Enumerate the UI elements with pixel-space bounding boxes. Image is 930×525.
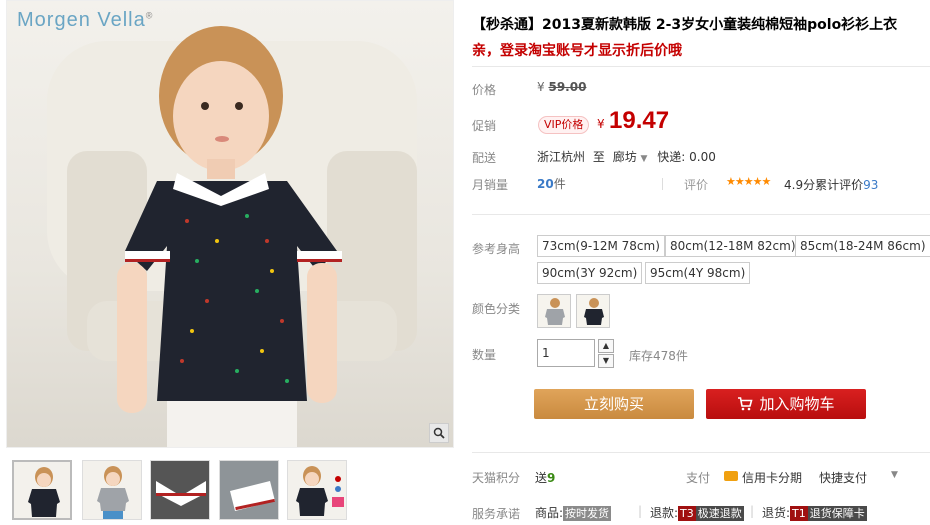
size-option[interactable]: 95cm(4Y 98cm) xyxy=(645,262,751,284)
promo-currency-symbol: ¥ xyxy=(597,117,605,131)
color-option-navy[interactable] xyxy=(576,294,610,328)
service-separator: | xyxy=(638,504,643,518)
size-option[interactable]: 80cm(12-18M 82cm) xyxy=(665,235,801,257)
currency-symbol: ¥ xyxy=(537,80,545,94)
points-number: 9 xyxy=(547,471,556,485)
t3-badge: T3 xyxy=(678,506,696,521)
product-gallery: Morgen Vella® xyxy=(0,0,455,525)
points-prefix: 送 xyxy=(535,471,548,485)
size-option[interactable]: 90cm(3Y 92cm) xyxy=(537,262,643,284)
credit-card-installment[interactable]: 信用卡分期 xyxy=(742,469,802,486)
chevron-down-icon: ▼ xyxy=(640,154,648,164)
fast-refund-tag: 极速退款 xyxy=(695,506,744,521)
monthly-sales: 20件 xyxy=(537,175,566,192)
brand-name: Morgen Vella xyxy=(17,9,146,31)
return-guarantee-tag: 退货保障卡 xyxy=(807,506,867,521)
original-price: ¥ 59.00 xyxy=(537,80,586,94)
vip-price-badge: VIP价格 xyxy=(538,116,590,134)
color-option-gray[interactable] xyxy=(537,294,571,328)
thumbnail-1[interactable] xyxy=(12,460,72,520)
review-prefix: 累计评价 xyxy=(815,178,864,192)
size-option[interactable]: 85cm(18-24M 86cm) xyxy=(795,235,930,257)
promo-label: 促销 xyxy=(472,119,497,133)
sales-count: 20 xyxy=(537,177,554,191)
brand-mark: ® xyxy=(145,10,154,21)
divider xyxy=(472,66,930,67)
zoom-icon[interactable] xyxy=(429,423,449,443)
brand-logo: Morgen Vella® xyxy=(17,9,153,32)
service-promise-refund[interactable]: 退款: T3 极速退款 xyxy=(650,504,744,521)
vertical-divider xyxy=(662,178,663,190)
credit-card-icon xyxy=(724,471,738,481)
service-promise-goods[interactable]: 商品: 按时发货 xyxy=(535,504,612,521)
quantity-increase-icon[interactable]: ▲ xyxy=(598,339,614,353)
quantity-input[interactable] xyxy=(537,339,595,367)
shipping-label: 配送 xyxy=(472,151,497,165)
points-label: 天猫积分 xyxy=(472,471,521,485)
main-product-image[interactable]: Morgen Vella® xyxy=(6,0,454,448)
thumbnail-strip xyxy=(12,460,452,522)
thumbnail-3[interactable] xyxy=(150,460,210,520)
quantity-decrease-icon[interactable]: ▼ xyxy=(598,354,614,368)
rating-label: 评价 xyxy=(684,178,709,192)
product-info-panel: 【秒杀通】2013夏新款韩版 2-3岁女小童装纯棉短袖polo衫衫上衣 亲，登录… xyxy=(472,0,930,525)
rating-summary[interactable]: 4.9分累计评价93 xyxy=(784,176,878,193)
add-to-cart-button[interactable]: 加入购物车 xyxy=(706,389,866,419)
t1-badge: T1 xyxy=(790,506,808,521)
star-rating-icon: ★★★★★ xyxy=(726,175,771,188)
return-prefix: 退货: xyxy=(762,506,791,520)
size-option[interactable]: 73cm(9-12M 78cm) xyxy=(537,235,665,257)
product-title: 【秒杀通】2013夏新款韩版 2-3岁女小童装纯棉短袖polo衫衫上衣 xyxy=(472,17,898,33)
on-time-shipping-tag: 按时发货 xyxy=(563,506,612,521)
review-count: 93 xyxy=(863,178,879,192)
stock-count: 库存478件 xyxy=(629,349,688,363)
divider xyxy=(472,452,930,453)
payment-label: 支付 xyxy=(686,471,711,485)
original-price-value: 59.00 xyxy=(548,80,587,94)
cart-icon xyxy=(738,397,754,411)
refund-prefix: 退款: xyxy=(650,506,679,520)
ship-from: 浙江杭州 xyxy=(537,150,586,164)
login-hint[interactable]: 亲，登录淘宝账号才显示折后价哦 xyxy=(472,40,682,60)
points-value: 送9 xyxy=(535,469,555,486)
buy-now-button[interactable]: 立刻购买 xyxy=(534,389,694,419)
ship-destination: 廊坊 xyxy=(612,150,637,164)
thumbnail-2[interactable] xyxy=(82,460,142,520)
express-fee: 快递: 0.00 xyxy=(657,150,716,164)
sales-label: 月销量 xyxy=(472,178,509,192)
goods-prefix: 商品: xyxy=(535,506,564,520)
child-photo-illustration xyxy=(47,26,417,447)
sales-unit: 件 xyxy=(553,177,566,191)
quantity-label: 数量 xyxy=(472,348,497,362)
quick-pay[interactable]: 快捷支付 xyxy=(819,469,867,486)
thumbnail-5[interactable] xyxy=(287,460,347,520)
color-label: 颜色分类 xyxy=(472,302,521,316)
service-label: 服务承诺 xyxy=(472,507,521,521)
ship-to-word: 至 xyxy=(592,150,605,164)
shipping-info: 浙江杭州 至 廊坊 ▼ 快递: 0.00 xyxy=(537,148,716,165)
ship-destination-select[interactable]: 廊坊 ▼ xyxy=(613,150,648,164)
promo-price: 19.47 xyxy=(609,107,670,134)
divider xyxy=(472,214,930,215)
service-promise-return[interactable]: 退货: T1 退货保障卡 xyxy=(762,504,867,521)
chevron-down-icon[interactable]: ▼ xyxy=(891,470,898,480)
add-to-cart-label: 加入购物车 xyxy=(759,395,835,413)
price-label: 价格 xyxy=(472,83,497,97)
thumbnail-4[interactable] xyxy=(219,460,279,520)
size-label: 参考身高 xyxy=(472,242,521,256)
rating-score: 4.9分 xyxy=(784,178,816,192)
service-separator: | xyxy=(750,504,755,518)
